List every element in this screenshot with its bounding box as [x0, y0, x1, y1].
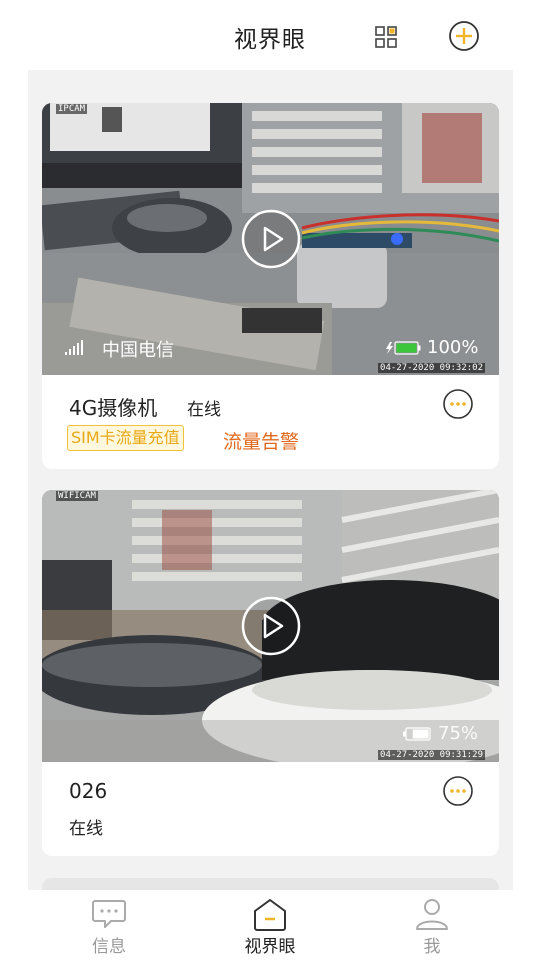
- device-name: 026: [69, 779, 108, 803]
- grid-view-icon[interactable]: [374, 25, 398, 49]
- data-alert-link[interactable]: 流量告警: [223, 427, 299, 454]
- battery-percent: 100%: [427, 337, 479, 358]
- battery-percent: 75%: [438, 723, 479, 744]
- osd-camera-name: WIFICAM: [56, 491, 98, 501]
- battery-icon: [403, 727, 431, 741]
- signal-strength-icon: [65, 340, 83, 355]
- device-list: IPCAM 中国电信 100% 04-27-2020 09:32:02 4G摄像…: [28, 70, 513, 890]
- sim-recharge-button[interactable]: SIM卡流量充值: [67, 425, 184, 451]
- device-card[interactable]: WIFICAM 75% 04-27-2020 09:31:29 026 在线: [42, 490, 499, 856]
- charging-battery-icon: [386, 341, 421, 355]
- osd-timestamp: 04-27-2020 09:32:02: [378, 363, 485, 373]
- osd-timestamp: 04-27-2020 09:31:29: [378, 750, 485, 760]
- user-icon: [416, 899, 448, 930]
- tab-label: 视界眼: [244, 937, 296, 957]
- device-info: 026 在线: [42, 762, 499, 856]
- carrier-name: 中国电信: [102, 340, 174, 361]
- device-status: 在线: [187, 400, 221, 420]
- tab-label: 信息: [92, 937, 126, 957]
- more-options-icon[interactable]: [442, 775, 474, 807]
- device-info: 4G摄像机 在线 SIM卡流量充值 流量告警: [42, 375, 499, 469]
- home-icon: [254, 899, 286, 931]
- device-card[interactable]: [42, 878, 499, 890]
- play-icon[interactable]: [241, 596, 301, 656]
- message-icon: [92, 900, 126, 928]
- video-preview[interactable]: IPCAM 中国电信 100% 04-27-2020 09:32:02: [42, 103, 499, 375]
- play-icon[interactable]: [241, 209, 301, 269]
- device-status: 在线: [69, 819, 103, 839]
- tab-label: 我: [423, 937, 441, 957]
- osd-camera-name: IPCAM: [56, 104, 88, 114]
- tab-home[interactable]: 视界眼: [210, 890, 330, 960]
- video-preview[interactable]: WIFICAM 75% 04-27-2020 09:31:29: [42, 490, 499, 762]
- tab-messages[interactable]: 信息: [49, 890, 169, 960]
- add-circle-icon[interactable]: [448, 20, 480, 52]
- device-card[interactable]: IPCAM 中国电信 100% 04-27-2020 09:32:02 4G摄像…: [42, 103, 499, 469]
- more-options-icon[interactable]: [442, 388, 474, 420]
- tab-profile[interactable]: 我: [372, 890, 492, 960]
- device-name: 4G摄像机: [69, 396, 158, 420]
- app-header: 视界眼: [0, 0, 540, 70]
- bottom-tab-bar: 信息 视界眼 我: [0, 890, 540, 960]
